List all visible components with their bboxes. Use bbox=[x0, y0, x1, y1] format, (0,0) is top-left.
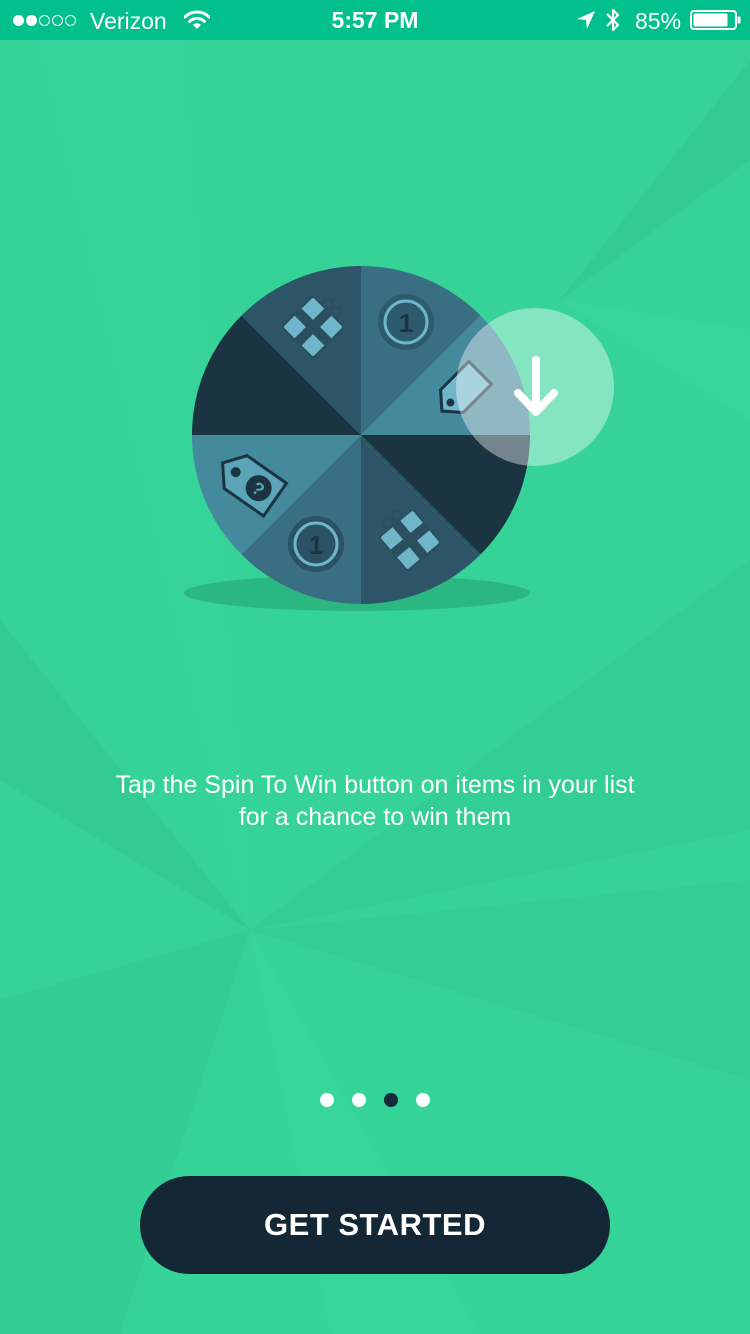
battery-percent: 85% bbox=[635, 8, 682, 34]
svg-text:1: 1 bbox=[309, 530, 323, 560]
onboarding-description: Tap the Spin To Win button on items in y… bbox=[115, 771, 635, 831]
coin-icon: 1 bbox=[378, 294, 434, 350]
background-rays bbox=[0, 40, 750, 1334]
spin-wheel-illustration: 1 ? 1 bbox=[184, 266, 614, 611]
page-indicator[interactable] bbox=[0, 1093, 750, 1109]
bluetooth-icon bbox=[606, 8, 620, 32]
svg-text:1: 1 bbox=[399, 308, 413, 338]
coin-icon: 1 bbox=[288, 516, 344, 572]
location-arrow-icon bbox=[577, 11, 595, 29]
page-dot[interactable] bbox=[416, 1093, 430, 1107]
page-dot[interactable] bbox=[352, 1093, 366, 1107]
get-started-button[interactable]: GET STARTED bbox=[140, 1176, 610, 1274]
onboarding-screen: Verizon 5:57 PM 85% 1 ? 1 Tap the Spin T… bbox=[0, 0, 750, 1334]
page-dot[interactable] bbox=[320, 1093, 334, 1107]
battery-icon bbox=[690, 10, 741, 30]
spin-button-overlay bbox=[456, 308, 614, 466]
status-bar: Verizon 5:57 PM 85% bbox=[0, 0, 750, 40]
page-dot[interactable] bbox=[384, 1093, 398, 1107]
battery-fill bbox=[693, 13, 728, 27]
